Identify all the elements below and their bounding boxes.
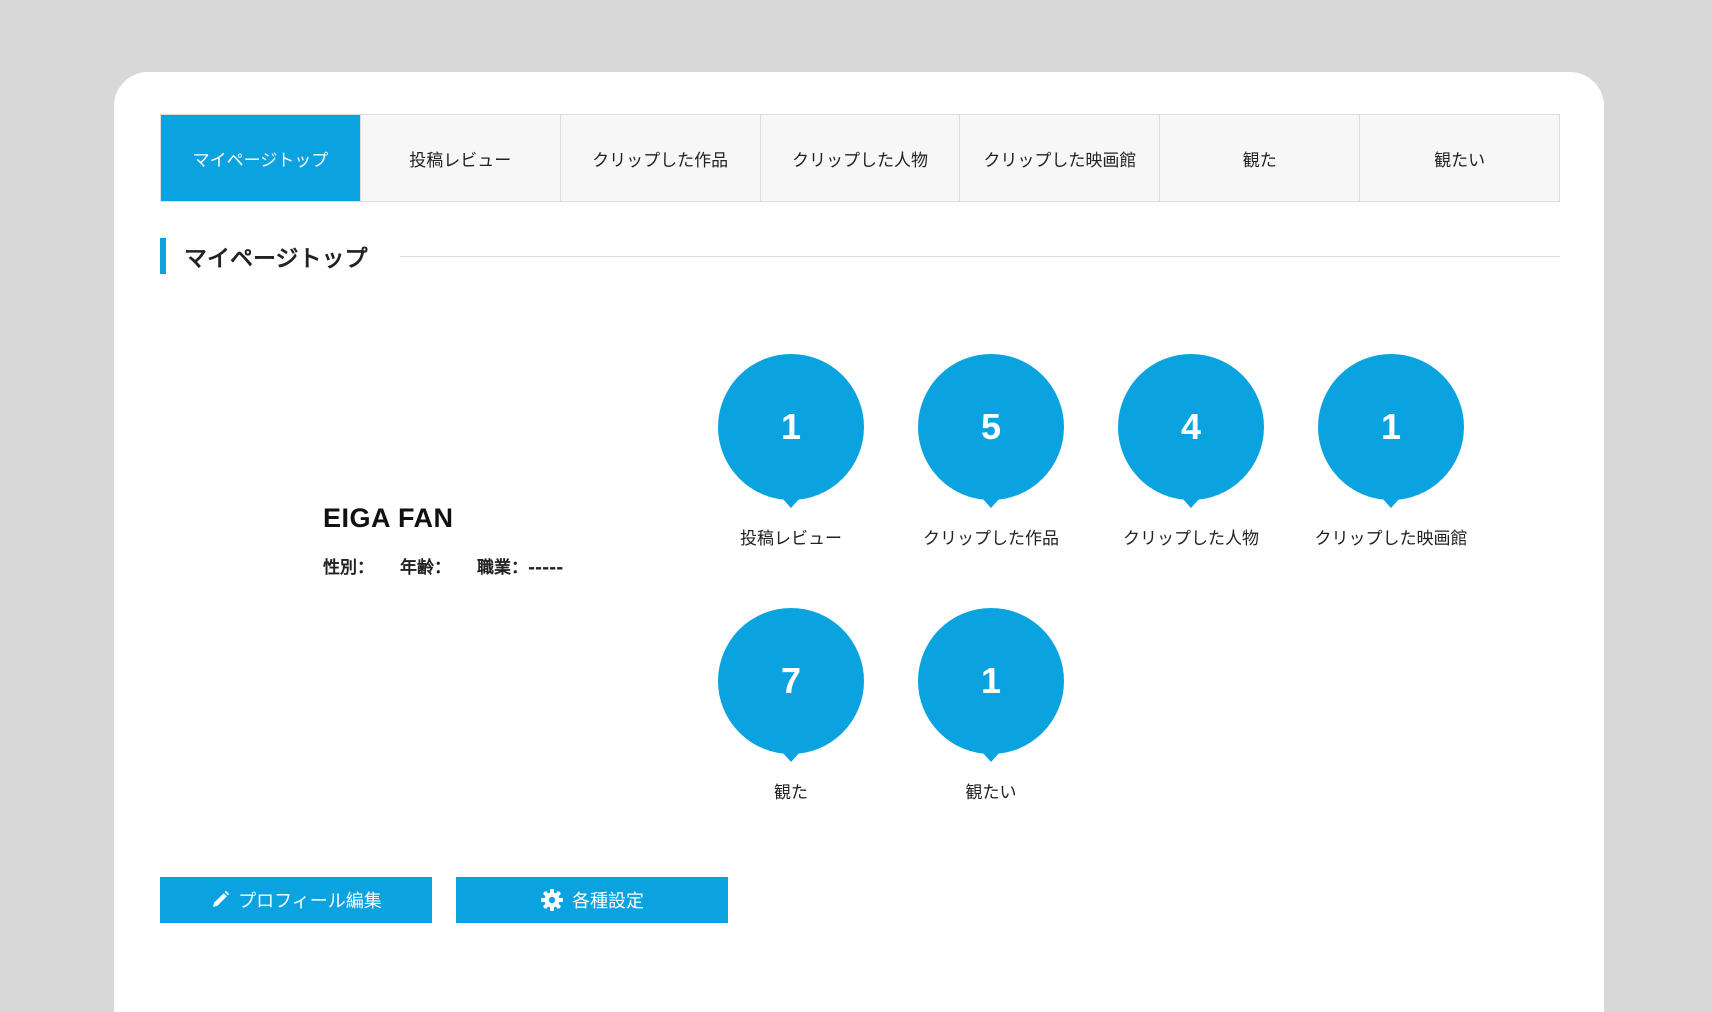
gear-icon [540,888,564,912]
heading-accent-bar [160,238,166,274]
profile-name: EIGA FAN [323,503,454,533]
gender-label: 性別： [323,558,374,578]
job-label: 職業： [477,558,528,578]
section-heading: マイページトップ [160,236,1560,276]
stat-watched[interactable]: 7 観た [681,608,901,803]
pencil-icon [210,890,230,910]
page-title: マイページトップ [184,246,368,272]
count-bubble[interactable]: 1 [918,608,1064,754]
heading-divider [399,255,1560,257]
stat-want-to-watch[interactable]: 1 観たい [881,608,1101,803]
settings-label: 各種設定 [572,891,644,912]
stat-clipped-people[interactable]: 4 クリップした人物 [1081,354,1301,549]
count-bubble[interactable]: 1 [718,354,864,500]
tab-watched[interactable]: 観た [1160,115,1361,201]
count-bubble[interactable]: 4 [1118,354,1264,500]
edit-profile-button[interactable]: プロフィール編集 [160,877,432,923]
age-label: 年齢： [400,558,451,578]
profile-gender: 性別： [323,553,374,578]
tab-posted-reviews[interactable]: 投稿レビュー [360,115,561,201]
stat-label: クリップした作品 [923,529,1059,549]
profile-meta: 性別： 年齢： 職業：----- [323,553,563,578]
count-bubble[interactable]: 7 [718,608,864,754]
profile-age: 年齢： [400,553,451,578]
count-bubble[interactable]: 1 [1318,354,1464,500]
tab-clipped-works[interactable]: クリップした作品 [560,115,761,201]
stat-label: クリップした人物 [1123,529,1259,549]
settings-button[interactable]: 各種設定 [456,877,728,923]
tab-mypage-top[interactable]: マイページトップ [161,115,361,201]
tab-clipped-theaters[interactable]: クリップした映画館 [960,115,1161,201]
stat-clipped-works[interactable]: 5 クリップした作品 [881,354,1101,549]
stat-posted-reviews[interactable]: 1 投稿レビュー [681,354,901,549]
stat-label: 投稿レビュー [740,529,842,549]
stat-label: 観た [774,783,808,803]
mypage-card: マイページトップ 投稿レビュー クリップした作品 クリップした人物 クリップした… [114,72,1604,1012]
stat-label: クリップした映画館 [1314,529,1468,549]
mypage-tabs: マイページトップ 投稿レビュー クリップした作品 クリップした人物 クリップした… [160,114,1560,202]
count-bubble[interactable]: 5 [918,354,1064,500]
tab-clipped-people[interactable]: クリップした人物 [760,115,961,201]
edit-profile-label: プロフィール編集 [238,891,382,912]
stat-label: 観たい [965,783,1017,803]
stat-clipped-theaters[interactable]: 1 クリップした映画館 [1281,354,1501,549]
job-value: ----- [528,558,564,578]
profile-job: 職業：----- [477,553,563,578]
tab-want-to-watch[interactable]: 観たい [1360,115,1560,201]
